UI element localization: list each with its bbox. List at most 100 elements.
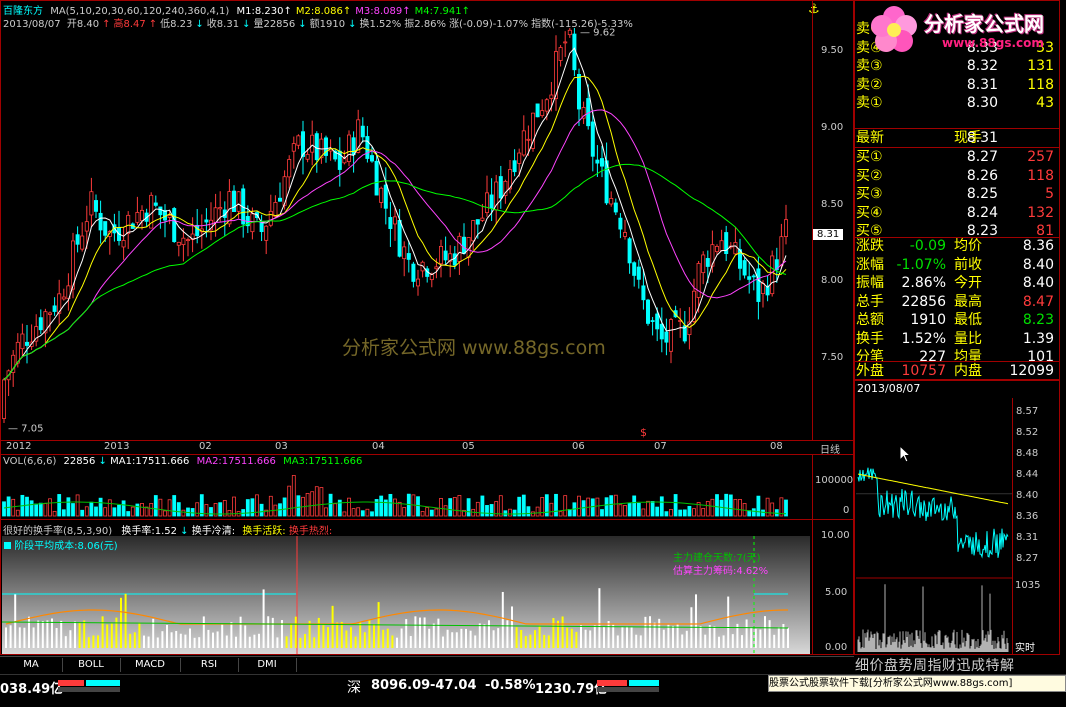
turnover-bar (244, 625, 247, 648)
volume-bar (728, 494, 733, 517)
buy-row[interactable]: 买① 8.27 257 (854, 148, 1054, 166)
stat-row[interactable]: 总手 22856 最高 8.47 (854, 293, 1054, 311)
candle (609, 191, 614, 207)
volume-bar (57, 494, 62, 517)
status-bars-left (58, 680, 120, 692)
candle (701, 251, 706, 285)
volume-bar (250, 498, 255, 517)
sell-row[interactable]: 卖③ 8.32 131 (854, 57, 1054, 75)
tab-boll[interactable]: BOLL (62, 658, 121, 672)
intraday-realtime-label[interactable]: 实时 (1015, 639, 1035, 654)
candlestick-chart[interactable]: — 9.62 — 7.05 $ (0, 28, 812, 438)
stat-label: 前收 (954, 256, 982, 273)
sell-row[interactable]: 卖② 8.31 118 (854, 76, 1054, 94)
right-bottom-tabs[interactable]: 细价盘势周指财迅成特解 (855, 655, 1060, 675)
turnover-bar (5, 627, 7, 648)
volume-bar (117, 504, 121, 517)
candle (94, 194, 99, 218)
turnover-bar (639, 635, 642, 648)
latest-row[interactable]: 最新 8.31 现手 (854, 129, 1054, 147)
panel-divider (0, 519, 854, 520)
buy-row[interactable]: 买④ 8.24 132 (854, 204, 1054, 222)
period-label[interactable]: 日线 (820, 441, 840, 456)
turnover-bar (506, 620, 509, 648)
volume-bar (673, 494, 678, 517)
stat-row[interactable]: 振幅 2.86% 今开 8.40 (854, 274, 1054, 292)
intraday-tick: 8.52 (1016, 427, 1039, 438)
stat-row[interactable]: 涨幅 -1.07% 前收 8.40 (854, 256, 1054, 274)
volume-bar (567, 509, 572, 517)
outer-inner-row[interactable]: 外盘 10757 内盘 12099 (854, 362, 1054, 380)
volume-bar (508, 508, 512, 517)
quote-divider (854, 128, 1060, 129)
turnover-bar (621, 626, 624, 648)
volume-chart[interactable] (0, 468, 812, 518)
candle (595, 145, 600, 177)
turnover-bar (294, 616, 297, 648)
stat-row[interactable]: 涨跌 -0.09 均价 8.36 (854, 237, 1054, 255)
candle (314, 131, 319, 173)
volume-bar (103, 507, 108, 517)
stat-label: 涨跌 (856, 238, 884, 254)
turnover-bar (166, 624, 168, 648)
volume-bar (641, 508, 646, 517)
volume-bar (126, 511, 131, 517)
candle (558, 45, 563, 67)
sell-row[interactable]: 卖① 8.30 43 (854, 94, 1054, 112)
volume-bar (439, 498, 443, 517)
turnover-bar (184, 634, 187, 648)
sell-price: 8.30 (966, 95, 998, 111)
buy-volume: 132 (1027, 204, 1054, 221)
buy-row[interactable]: 买② 8.26 118 (854, 167, 1054, 185)
stat-row[interactable]: 换手 1.52% 量比 1.39 (854, 330, 1054, 348)
candle (554, 35, 559, 111)
turnover-bar (593, 625, 596, 648)
volume-bar (365, 508, 370, 517)
stat-row[interactable]: 总额 1910 最低 8.23 (854, 311, 1054, 329)
tab-rsi[interactable]: RSI (180, 658, 239, 672)
turnover-bar (78, 622, 81, 648)
indicator-header: 很好的换手率(8,5,3,90) 换手率:1.52 ↓ 换手冷清: 换手活跃: … (3, 522, 332, 537)
buy-volume: 257 (1027, 149, 1054, 165)
tab-macd[interactable]: MACD (120, 658, 181, 672)
turnover-bar (156, 637, 159, 648)
turnover-bar (179, 633, 182, 648)
intraday-vol-tick: 1035 (1015, 580, 1041, 591)
sell-label: 卖③ (856, 58, 883, 74)
volume-bar (379, 495, 384, 517)
candle (765, 275, 770, 302)
turnover-bar (727, 596, 730, 648)
stat-label: 涨幅 (856, 256, 884, 273)
status-shen: 深 (347, 680, 361, 696)
dividend-marker-icon[interactable]: $ (640, 426, 647, 438)
tab-dmi[interactable]: DMI (238, 658, 297, 672)
ad-bar[interactable]: 股票公式股票软件下载[分析家公式网www.88gs.com] (768, 675, 1066, 692)
volume-bar (149, 502, 154, 517)
candle (678, 308, 683, 338)
turnover-bar (51, 618, 53, 648)
turnover-bar (69, 630, 72, 648)
flower-logo-icon (871, 6, 917, 52)
volume-bar (199, 494, 204, 517)
status-bar: 038.49亿 深 8096.09 -47.04 -0.58% 1230.79亿… (0, 674, 1066, 707)
turnover-bar (768, 620, 771, 648)
turnover-bar (147, 636, 150, 648)
quote-divider (854, 237, 1060, 238)
candle (715, 244, 720, 255)
volume-bar (6, 496, 11, 517)
volume-bar (485, 505, 489, 517)
stat-label: 最高 (954, 293, 982, 310)
volume-bar (521, 494, 526, 517)
stat-value: 2.86% (901, 275, 946, 291)
intraday-chart[interactable] (856, 398, 1012, 654)
tab-ma[interactable]: MA (0, 658, 63, 672)
candle (484, 175, 489, 217)
turnover-bar (9, 625, 12, 648)
logo-url: www.88gs.com (942, 36, 1044, 50)
sell-label: 卖① (856, 95, 883, 111)
turnover-bar (368, 619, 371, 648)
volume-bar (590, 498, 595, 517)
turnover-bar (598, 588, 601, 648)
candle (383, 167, 388, 225)
buy-row[interactable]: 买③ 8.25 5 (854, 185, 1054, 203)
